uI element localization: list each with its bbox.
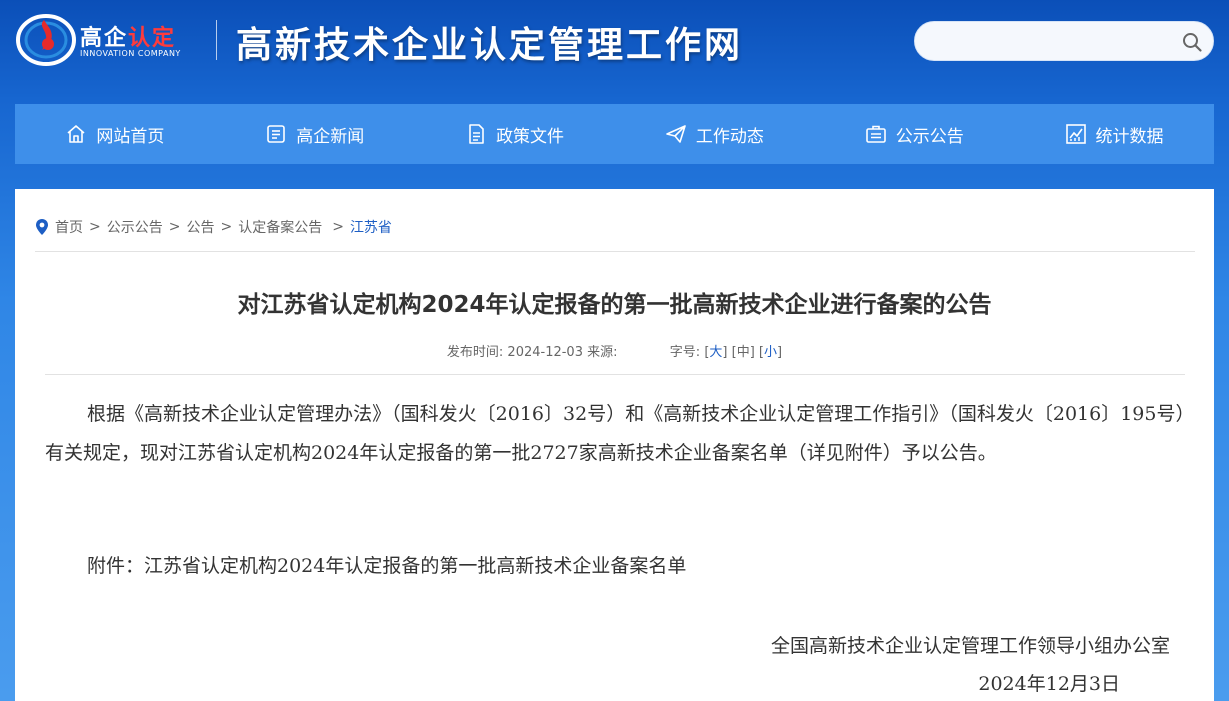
breadcrumb-separator: > [89,219,101,235]
nav-label: 公示公告 [895,126,964,147]
nav-item-news[interactable]: 高企新闻 [215,104,415,164]
breadcrumb-announcements[interactable]: 公示公告 [107,217,163,237]
nav-label: 工作动态 [695,126,764,147]
font-size-controls: [大] [中] [小] [704,345,783,360]
publish-date: 2024-12-03 [507,345,583,360]
breadcrumb-filing-notice[interactable]: 认定备案公告 [238,217,322,237]
search-input[interactable] [931,30,1171,54]
breadcrumb-current[interactable]: 江苏省 [350,217,392,237]
nav-label: 政策文件 [496,126,565,147]
site-header: 高企认定 INNOVATION COMPANY 高新技术企业认定管理工作网 [0,0,1229,104]
main-nav: 网站首页 高企新闻 政策文件 工作动态 公示公告 统计数据 [15,104,1214,164]
news-icon [267,125,286,143]
logo-icon[interactable] [14,10,78,68]
font-size-small-link[interactable]: 小 [764,345,777,360]
location-pin-icon [36,219,48,235]
site-title: 高新技术企业认定管理工作网 [236,24,744,66]
breadcrumb-separator: > [332,219,344,235]
meta-divider [45,374,1185,375]
briefcase-icon [865,125,886,143]
nav-label: 高企新闻 [296,126,365,147]
document-icon [469,124,484,144]
nav-item-announcements[interactable]: 公示公告 [814,104,1014,164]
nav-label: 统计数据 [1095,126,1164,147]
article-meta: 发布时间: 2024-12-03 来源: 字号: [大] [中] [小] [15,341,1214,360]
search-box [914,21,1214,61]
logo-text-accent: 认定 [128,26,177,51]
breadcrumb-divider [35,251,1195,252]
content-panel: 首页 > 公示公告 > 公告 > 认定备案公告 > 江苏省 对江苏省认定机构20… [15,189,1214,701]
breadcrumb-notice[interactable]: 公告 [186,217,214,237]
nav-item-policy[interactable]: 政策文件 [415,104,615,164]
font-size-label: 字号: [669,345,701,360]
breadcrumb-separator: > [220,219,233,235]
nav-item-home[interactable]: 网站首页 [15,104,215,164]
logo-text-main: 高企 [80,26,129,51]
breadcrumb-separator: > [168,219,181,235]
signature-organization: 全国高新技术企业认定管理工作领导小组办公室 [770,635,1170,657]
breadcrumb-home[interactable]: 首页 [55,217,83,237]
publish-label: 发布时间: [446,345,504,360]
nav-label: 网站首页 [96,126,165,147]
breadcrumb: 首页 > 公示公告 > 公告 > 认定备案公告 > 江苏省 [35,217,392,237]
signature-date: 2024年12月3日 [978,673,1120,695]
paper-plane-icon [666,125,686,143]
source-label: 来源: [587,345,618,360]
nav-item-statistics[interactable]: 统计数据 [1014,104,1214,164]
nav-item-work-updates[interactable]: 工作动态 [614,104,814,164]
font-size-large-link[interactable]: 大 [709,345,722,360]
search-icon[interactable] [1181,31,1203,53]
logo-divider [216,20,217,60]
logo-text: 高企认定 [80,20,176,52]
logo-subtitle: INNOVATION COMPANY [80,49,181,58]
home-icon [67,125,85,143]
chart-icon [1065,124,1086,144]
font-size-medium-link[interactable]: 中 [737,345,750,360]
article-body: 根据《高新技术企业认定管理办法》（国科发火〔2016〕32号）和《高新技术企业认… [45,403,1185,464]
article-title: 对江苏省认定机构2024年认定报备的第一批高新技术企业进行备案的公告 [237,292,992,318]
attachment-link[interactable]: 附件：江苏省认定机构2024年认定报备的第一批高新技术企业备案名单 [87,551,686,578]
